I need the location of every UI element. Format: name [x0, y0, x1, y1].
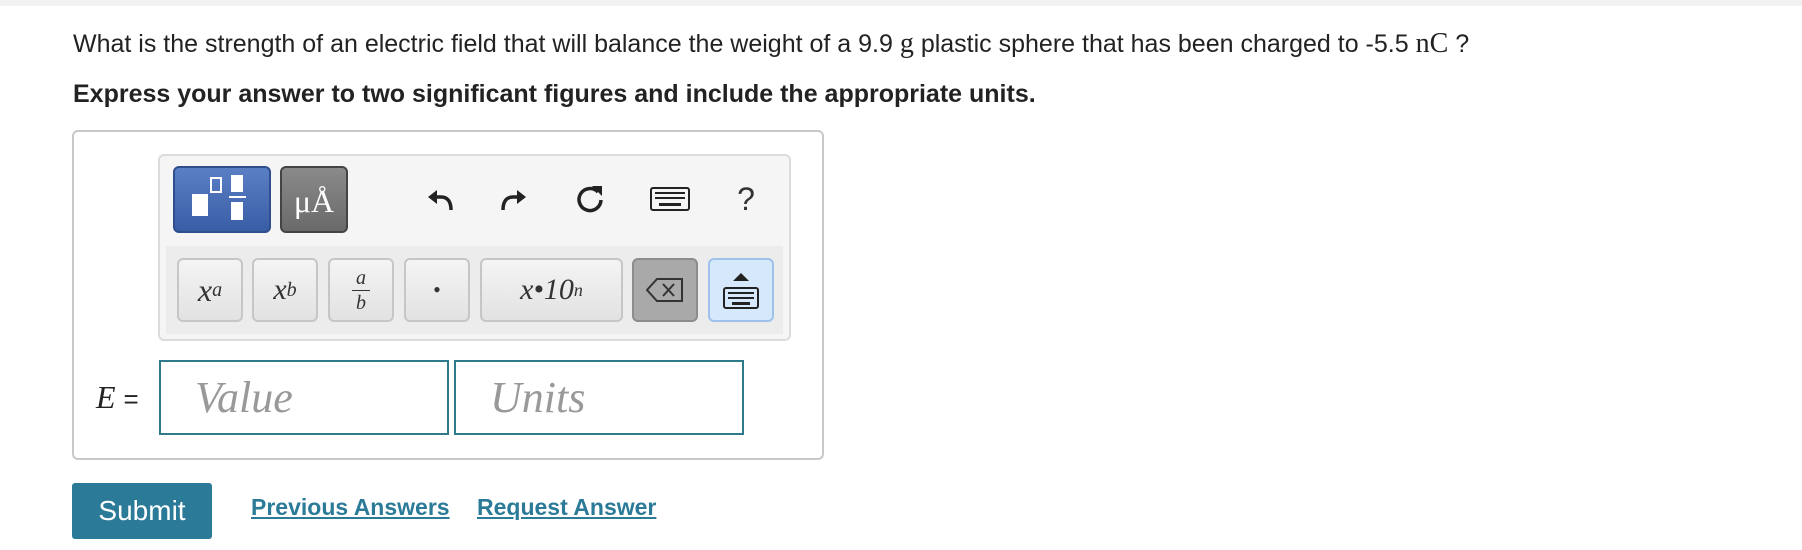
instruction-text: Express your answer to two significant f… [73, 80, 1036, 108]
fraction-bar [352, 289, 370, 291]
superscript-exp: a [212, 278, 223, 301]
scientific-notation-key[interactable]: x•10 n [480, 258, 623, 322]
previous-answers-link[interactable]: Previous Answers [251, 494, 450, 521]
question-suffix: ? [1455, 30, 1470, 58]
subscript-base: x [273, 273, 287, 306]
fraction-numerator: a [356, 266, 366, 289]
question-middle: plastic sphere that has been charged to … [920, 30, 1409, 58]
keyboard-button[interactable] [650, 176, 690, 222]
redo-icon [501, 190, 526, 211]
subscript-key[interactable]: xb [252, 258, 318, 322]
question-text: What is the strength of an electric fiel… [73, 28, 1469, 60]
fraction-denominator: b [356, 291, 366, 314]
help-icon: ? [737, 180, 755, 217]
templates-button[interactable] [173, 166, 271, 233]
equals-sign: = [123, 384, 139, 414]
fraction-key[interactable]: a b [328, 258, 394, 322]
math-toolbar: μÅ ? x a x b a b • x•10 n [158, 154, 791, 341]
subscript-sub: b [286, 278, 297, 301]
toolbar-keys-row: xa xb a b • x•10 n [166, 246, 783, 334]
reset-button[interactable] [570, 176, 610, 222]
toolbar-top-row: μÅ ? [160, 156, 789, 246]
undo-icon [428, 190, 453, 211]
keyboard-toggle-icon [723, 273, 759, 309]
redo-button[interactable] [494, 176, 534, 222]
variable-label: E = [96, 379, 139, 416]
units-input[interactable] [454, 360, 744, 435]
reset-icon [577, 186, 603, 213]
units-button[interactable]: μÅ [280, 166, 348, 233]
sci-notation-exp: n [573, 279, 583, 300]
dot-symbol: • [433, 277, 441, 302]
sci-notation-base: x•10 [520, 273, 574, 306]
superscript-base: x [197, 271, 213, 308]
dot-key[interactable]: • [404, 258, 470, 322]
undo-button[interactable] [420, 176, 460, 222]
charge-unit: nC [1415, 28, 1449, 59]
submit-button[interactable]: Submit [72, 483, 212, 539]
superscript-key[interactable]: xa [177, 258, 243, 322]
templates-icon [192, 175, 246, 220]
request-answer-link[interactable]: Request Answer [477, 494, 656, 521]
question-prefix: What is the strength of an electric fiel… [73, 30, 893, 58]
help-button[interactable]: ? [726, 176, 766, 222]
backspace-key[interactable] [632, 258, 698, 322]
variable-symbol: E [96, 379, 116, 415]
mass-unit: g [899, 28, 914, 59]
backspace-icon [646, 278, 683, 302]
keyboard-icon [650, 187, 690, 211]
top-bar [0, 0, 1802, 6]
value-input[interactable] [159, 360, 449, 435]
toggle-keyboard-key[interactable] [708, 258, 774, 322]
